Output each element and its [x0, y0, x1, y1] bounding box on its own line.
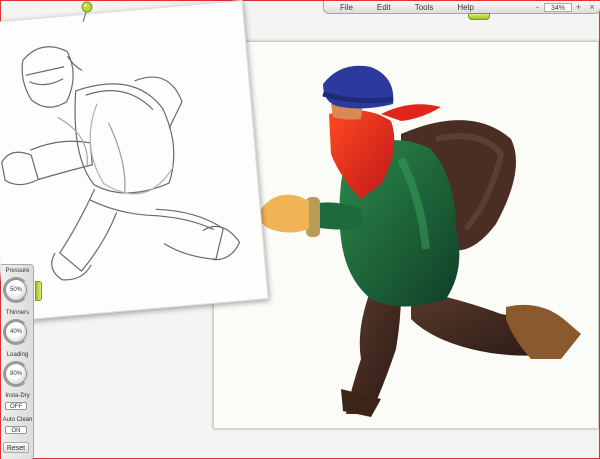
close-icon[interactable]: ×	[587, 2, 597, 12]
reset-button[interactable]: Reset	[3, 442, 29, 453]
tool-panel-handle[interactable]	[35, 281, 42, 301]
menu-bar-handle[interactable]	[468, 13, 490, 20]
mask-tie	[381, 104, 441, 121]
loading-label: Loading	[6, 352, 29, 358]
tracing-paper[interactable]	[0, 0, 269, 322]
zoom-in-button[interactable]: +	[574, 2, 583, 12]
insta-dry-label: Insta-Dry	[5, 393, 30, 399]
insta-dry-toggle[interactable]: OFF	[5, 402, 27, 410]
zoom-level[interactable]: 34%	[544, 2, 572, 12]
menu-tools[interactable]: Tools	[403, 3, 446, 12]
pushpin-icon	[81, 1, 93, 23]
thinners-label: Thinners	[5, 310, 30, 316]
zoom-control: - 34% + ×	[533, 2, 600, 12]
menu-file[interactable]: File	[324, 3, 365, 12]
zoom-out-button[interactable]: -	[533, 2, 542, 12]
hand	[259, 194, 309, 233]
pressure-dial[interactable]: 50%	[3, 277, 29, 303]
pencil-sketch	[1, 46, 241, 281]
menu-bar: File Edit Tools Help - 34% + ×	[323, 1, 600, 14]
painting	[259, 65, 581, 417]
pressure-label: Pressure	[5, 268, 30, 274]
menu-edit[interactable]: Edit	[365, 3, 403, 12]
auto-clean-label: Auto Clean	[2, 417, 33, 423]
auto-clean-toggle[interactable]: ON	[5, 426, 27, 434]
menu-help[interactable]: Help	[445, 3, 485, 12]
thinners-dial[interactable]: 40%	[3, 319, 29, 345]
loading-dial[interactable]: 80%	[3, 361, 29, 387]
tool-panel: Pressure 50% Thinners 40% Loading 80% In…	[1, 264, 34, 459]
